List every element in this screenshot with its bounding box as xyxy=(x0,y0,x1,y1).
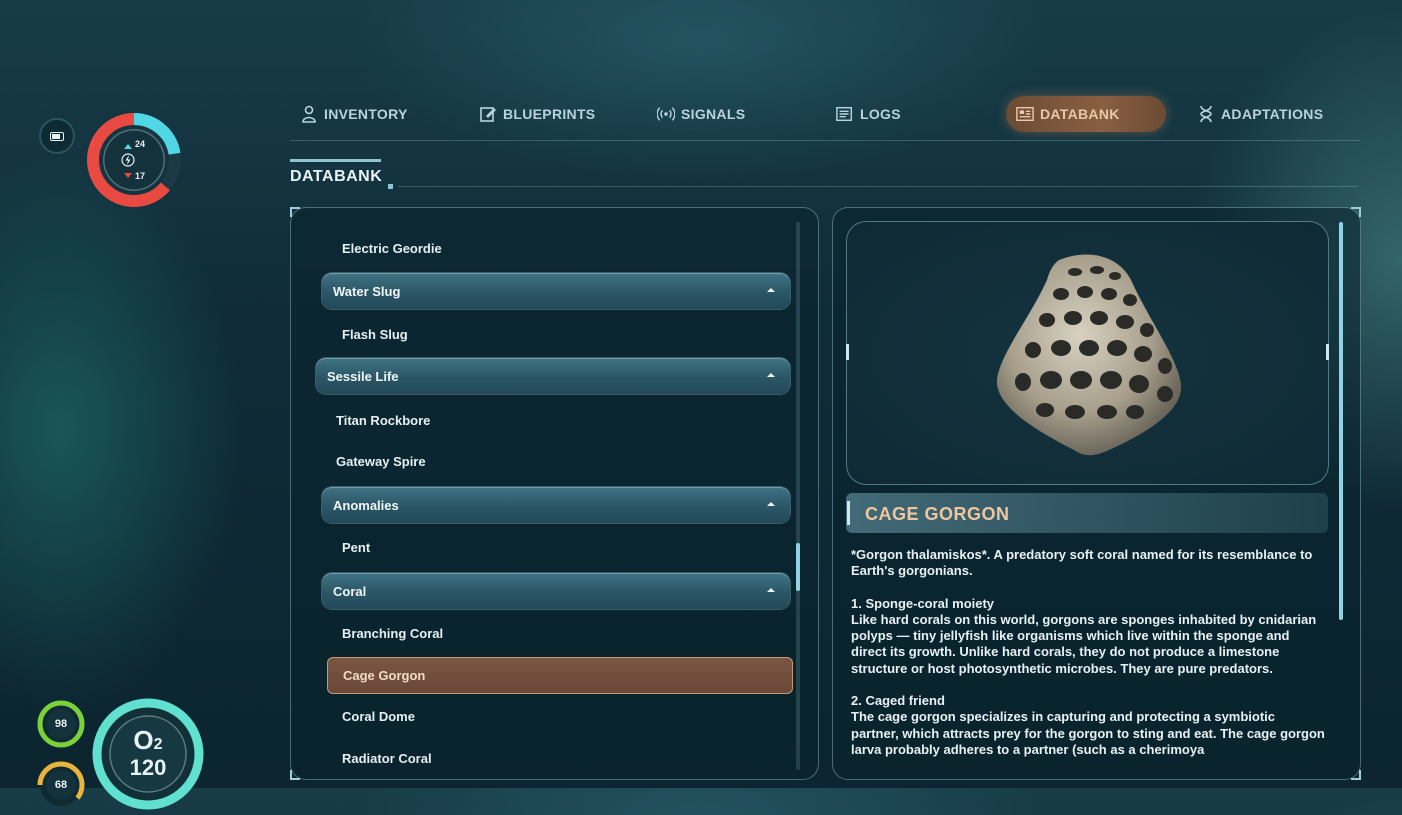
category-label: Anomalies xyxy=(333,497,399,513)
tab-blueprints-label: BLUEPRINTS xyxy=(503,106,596,122)
databank-icon xyxy=(1016,105,1034,123)
chevron-up-icon xyxy=(767,288,775,292)
battery-gauge xyxy=(41,120,73,152)
corner-mark xyxy=(290,207,300,217)
corner-mark xyxy=(290,770,300,780)
list-item[interactable]: Electric Geordie xyxy=(342,241,442,256)
arrow-up-icon xyxy=(124,144,132,149)
tab-signals-label: SIGNALS xyxy=(681,106,746,122)
description-paragraph: The cage gorgon specializes in capturing… xyxy=(851,709,1325,757)
description-heading: 1. Sponge-coral moiety xyxy=(851,595,995,611)
section-divider xyxy=(398,186,1358,187)
category-sessile-life[interactable]: Sessile Life xyxy=(316,358,790,394)
dna-icon xyxy=(1197,105,1215,123)
tab-inventory-label: INVENTORY xyxy=(324,106,408,122)
list-item[interactable]: Radiator Coral xyxy=(342,751,432,766)
gauge-bottom-value: 17 xyxy=(135,171,146,181)
tab-logs-label: LOGS xyxy=(860,106,901,122)
signal-icon xyxy=(657,105,675,123)
frame-tick xyxy=(1326,344,1329,360)
list-item[interactable]: Flash Slug xyxy=(342,327,408,342)
list-item-selected[interactable]: Cage Gorgon xyxy=(327,657,793,694)
category-label: Sessile Life xyxy=(327,368,399,384)
tab-databank[interactable]: DATABANK xyxy=(1006,96,1166,132)
arrow-down-icon xyxy=(124,173,132,178)
section-dot xyxy=(388,184,393,189)
category-anomalies[interactable]: Anomalies xyxy=(322,487,790,523)
chevron-up-icon xyxy=(767,502,775,506)
detail-description: *Gorgon thalamiskos*. A predatory soft c… xyxy=(851,547,1326,771)
list-item[interactable]: Titan Rockbore xyxy=(336,413,430,428)
tab-inventory[interactable]: INVENTORY xyxy=(300,96,408,132)
corner-mark xyxy=(1351,207,1361,217)
detail-title: CAGE GORGON xyxy=(865,504,1010,524)
battery-icon xyxy=(50,131,64,141)
energy-icon xyxy=(121,153,135,167)
blueprint-icon xyxy=(479,105,497,123)
chevron-up-icon xyxy=(767,373,775,377)
frame-tick xyxy=(846,344,849,360)
list-item[interactable]: Pent xyxy=(342,540,370,555)
description-heading: 2. Caged friend xyxy=(851,693,945,709)
chevron-up-icon xyxy=(767,588,775,592)
list-item[interactable]: Branching Coral xyxy=(342,626,443,641)
description-paragraph: *Gorgon thalamiskos*. A predatory soft c… xyxy=(851,547,1313,579)
tab-adaptations-label: ADAPTATIONS xyxy=(1221,106,1324,122)
category-label: Coral xyxy=(333,583,367,599)
person-icon xyxy=(300,105,318,123)
section-title-bar xyxy=(290,159,381,162)
category-water-slug[interactable]: Water Slug xyxy=(322,273,790,309)
list-item[interactable]: Gateway Spire xyxy=(336,454,426,469)
selected-item-label: Cage Gorgon xyxy=(343,668,426,683)
stat-gauge-yellow: 68 xyxy=(36,760,86,810)
tab-databank-label: DATABANK xyxy=(1040,106,1120,122)
oxygen-gauge: O2 120 xyxy=(92,698,204,810)
logs-icon xyxy=(836,105,854,123)
section-title: DATABANK xyxy=(290,168,383,185)
stat-gauge-green: 98 xyxy=(36,699,86,749)
gauge-top-value: 24 xyxy=(135,139,146,149)
detail-scrollbar[interactable] xyxy=(1339,222,1343,620)
health-value: 98 xyxy=(54,718,68,730)
oxygen-label: O2 xyxy=(133,725,163,755)
title-accent xyxy=(847,501,850,525)
tab-adaptations[interactable]: ADAPTATIONS xyxy=(1197,96,1323,132)
list-scrollbar-thumb[interactable] xyxy=(796,543,800,591)
list-scrollbar-track[interactable] xyxy=(796,222,800,770)
tab-signals[interactable]: SIGNALS xyxy=(657,96,745,132)
description-paragraph: Like hard corals on this world, gorgons … xyxy=(851,611,1317,676)
list-item[interactable]: Coral Dome xyxy=(342,709,415,724)
tab-logs[interactable]: LOGS xyxy=(836,96,901,132)
tab-blueprints[interactable]: BLUEPRINTS xyxy=(479,96,595,132)
specimen-image-frame xyxy=(846,221,1329,485)
food-value: 68 xyxy=(54,779,68,791)
category-label: Water Slug xyxy=(333,283,401,299)
health-gauge: 24 17 xyxy=(86,112,182,208)
tabs-divider xyxy=(290,140,1360,141)
corner-mark xyxy=(1351,770,1361,780)
cage-gorgon-image xyxy=(996,254,1182,456)
oxygen-value: 120 xyxy=(129,755,167,780)
category-coral[interactable]: Coral xyxy=(322,573,790,609)
